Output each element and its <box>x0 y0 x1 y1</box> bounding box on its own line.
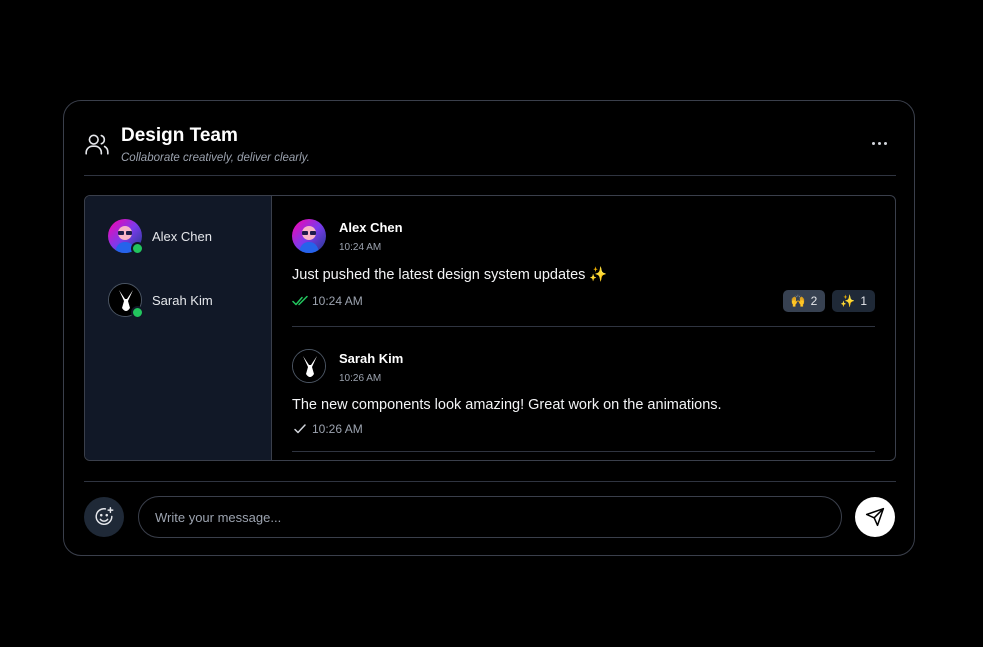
page-title: Design Team <box>121 125 238 146</box>
message-composer <box>84 481 896 538</box>
message-item: Alex Chen 10:24 AM Just pushed the lates… <box>292 196 875 327</box>
message-status: 10:26 AM <box>292 422 363 436</box>
reaction-raised-hands[interactable]: 🙌 2 <box>782 290 826 312</box>
reaction-count: 1 <box>860 294 867 308</box>
sidebar-member-alex-chen[interactable]: Alex Chen <box>108 219 258 255</box>
message-text: The new components look amazing! Great w… <box>292 397 722 413</box>
chat-panel: Alex Chen Sarah Kim Alex Chen 10:24 AM J… <box>84 195 896 461</box>
message-item: Sarah Kim 10:26 AM The new components lo… <box>292 327 875 452</box>
double-check-icon <box>292 295 308 306</box>
message-status: 10:24 AM <box>292 294 363 308</box>
emoji-button[interactable] <box>84 497 124 537</box>
message-author: Alex Chen <box>339 220 403 235</box>
reaction-emoji: ✨ <box>840 294 856 308</box>
message-list: Alex Chen 10:24 AM Just pushed the lates… <box>292 196 875 460</box>
emoji-add-icon <box>95 507 114 525</box>
member-name: Alex Chen <box>152 229 212 244</box>
member-sidebar: Alex Chen Sarah Kim <box>85 196 272 460</box>
more-options-button[interactable] <box>866 133 892 153</box>
avatar <box>292 349 326 383</box>
message-input[interactable] <box>138 496 842 538</box>
member-name: Sarah Kim <box>152 293 213 308</box>
message-status-time: 10:26 AM <box>312 422 363 436</box>
message-status-time: 10:24 AM <box>312 294 363 308</box>
reaction-sparkles[interactable]: ✨ 1 <box>832 290 875 312</box>
reaction-emoji: 🙌 <box>790 294 806 308</box>
send-icon <box>865 507 885 527</box>
chat-header: Design Team Collaborate creatively, deli… <box>84 123 896 176</box>
reactions: 🙌 2 ✨ 1 <box>782 290 875 312</box>
online-status-dot <box>131 242 144 255</box>
reaction-count: 2 <box>810 294 818 308</box>
message-text: Just pushed the latest design system upd… <box>292 267 608 283</box>
check-icon <box>294 424 306 434</box>
page-subtitle: Collaborate creatively, deliver clearly. <box>121 152 310 164</box>
chat-card: Design Team Collaborate creatively, deli… <box>63 100 915 556</box>
send-button[interactable] <box>855 497 895 537</box>
message-author: Sarah Kim <box>339 351 404 366</box>
sidebar-member-sarah-kim[interactable]: Sarah Kim <box>108 283 258 319</box>
online-status-dot <box>131 306 144 319</box>
message-time: 10:26 AM <box>339 373 382 384</box>
message-time: 10:24 AM <box>339 242 382 253</box>
users-icon <box>84 131 110 157</box>
avatar <box>292 219 326 253</box>
more-icon <box>871 141 875 145</box>
